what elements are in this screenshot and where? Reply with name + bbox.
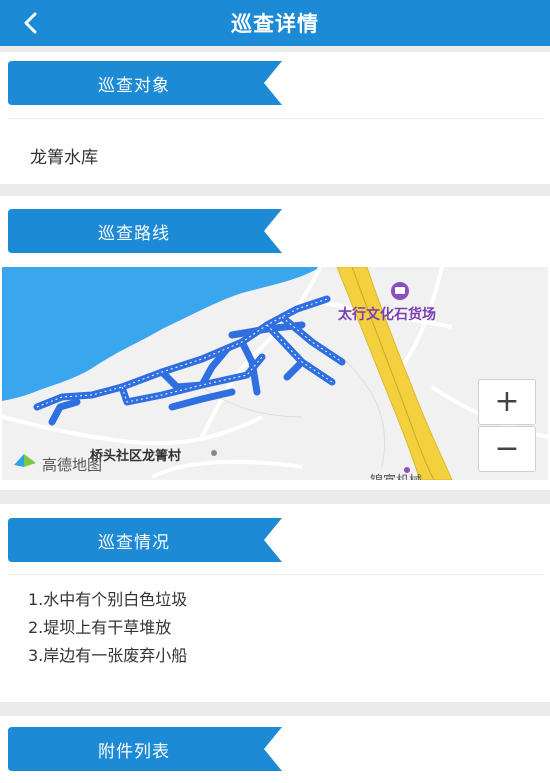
situation-line: 1.水中有个别白色垃圾: [28, 590, 188, 609]
section-header-attachments: 附件列表: [8, 727, 282, 771]
page-title: 巡查详情: [231, 12, 319, 36]
back-button[interactable]: [14, 6, 48, 40]
section-label-object: 巡查对象: [98, 75, 170, 96]
situation-card: 巡查情况 1.水中有个别白色垃圾 2.堤坝上有干草堆放 3.岸边有一张废弃小船: [0, 504, 550, 702]
place-dot: [211, 450, 217, 456]
situation-line: 2.堤坝上有干草堆放: [28, 618, 172, 637]
chevron-left-icon: [24, 12, 37, 34]
object-name: 龙箐水库: [30, 148, 98, 168]
section-header-situation: 巡查情况: [8, 518, 282, 562]
section-header-object: 巡查对象: [8, 61, 282, 105]
minus-icon: −: [494, 431, 520, 466]
amap-logo-icon: [14, 454, 36, 467]
place-label: 桥头社区龙箐村: [90, 449, 182, 464]
section-header-route: 巡查路线: [8, 209, 282, 253]
object-card: 巡查对象 龙箐水库: [0, 52, 550, 184]
section-label-situation: 巡查情况: [98, 532, 170, 553]
top-bar: 巡查详情: [0, 0, 550, 46]
section-label-route: 巡查路线: [98, 223, 170, 244]
zoom-in-button[interactable]: +: [478, 379, 536, 425]
poi-label: 太行文化石货场: [338, 307, 436, 323]
plus-icon: +: [494, 384, 520, 419]
divider: [8, 118, 542, 119]
poi-marker: [391, 282, 409, 300]
section-label-attachments: 附件列表: [98, 741, 170, 762]
cut-label: 锦富机械: [370, 470, 422, 480]
divider: [8, 574, 542, 575]
situation-list: 1.水中有个别白色垃圾 2.堤坝上有干草堆放 3.岸边有一张废弃小船: [28, 586, 187, 670]
map-canvas: [2, 267, 548, 480]
attachments-card: 附件列表: [0, 716, 550, 783]
route-map[interactable]: 太行文化石货场 桥头社区龙箐村 锦富机械 高德地图 + −: [2, 267, 548, 480]
zoom-out-button[interactable]: −: [478, 426, 536, 472]
map-logo-text: 高德地图: [42, 456, 103, 474]
situation-line: 3.岸边有一张废弃小船: [28, 646, 188, 665]
